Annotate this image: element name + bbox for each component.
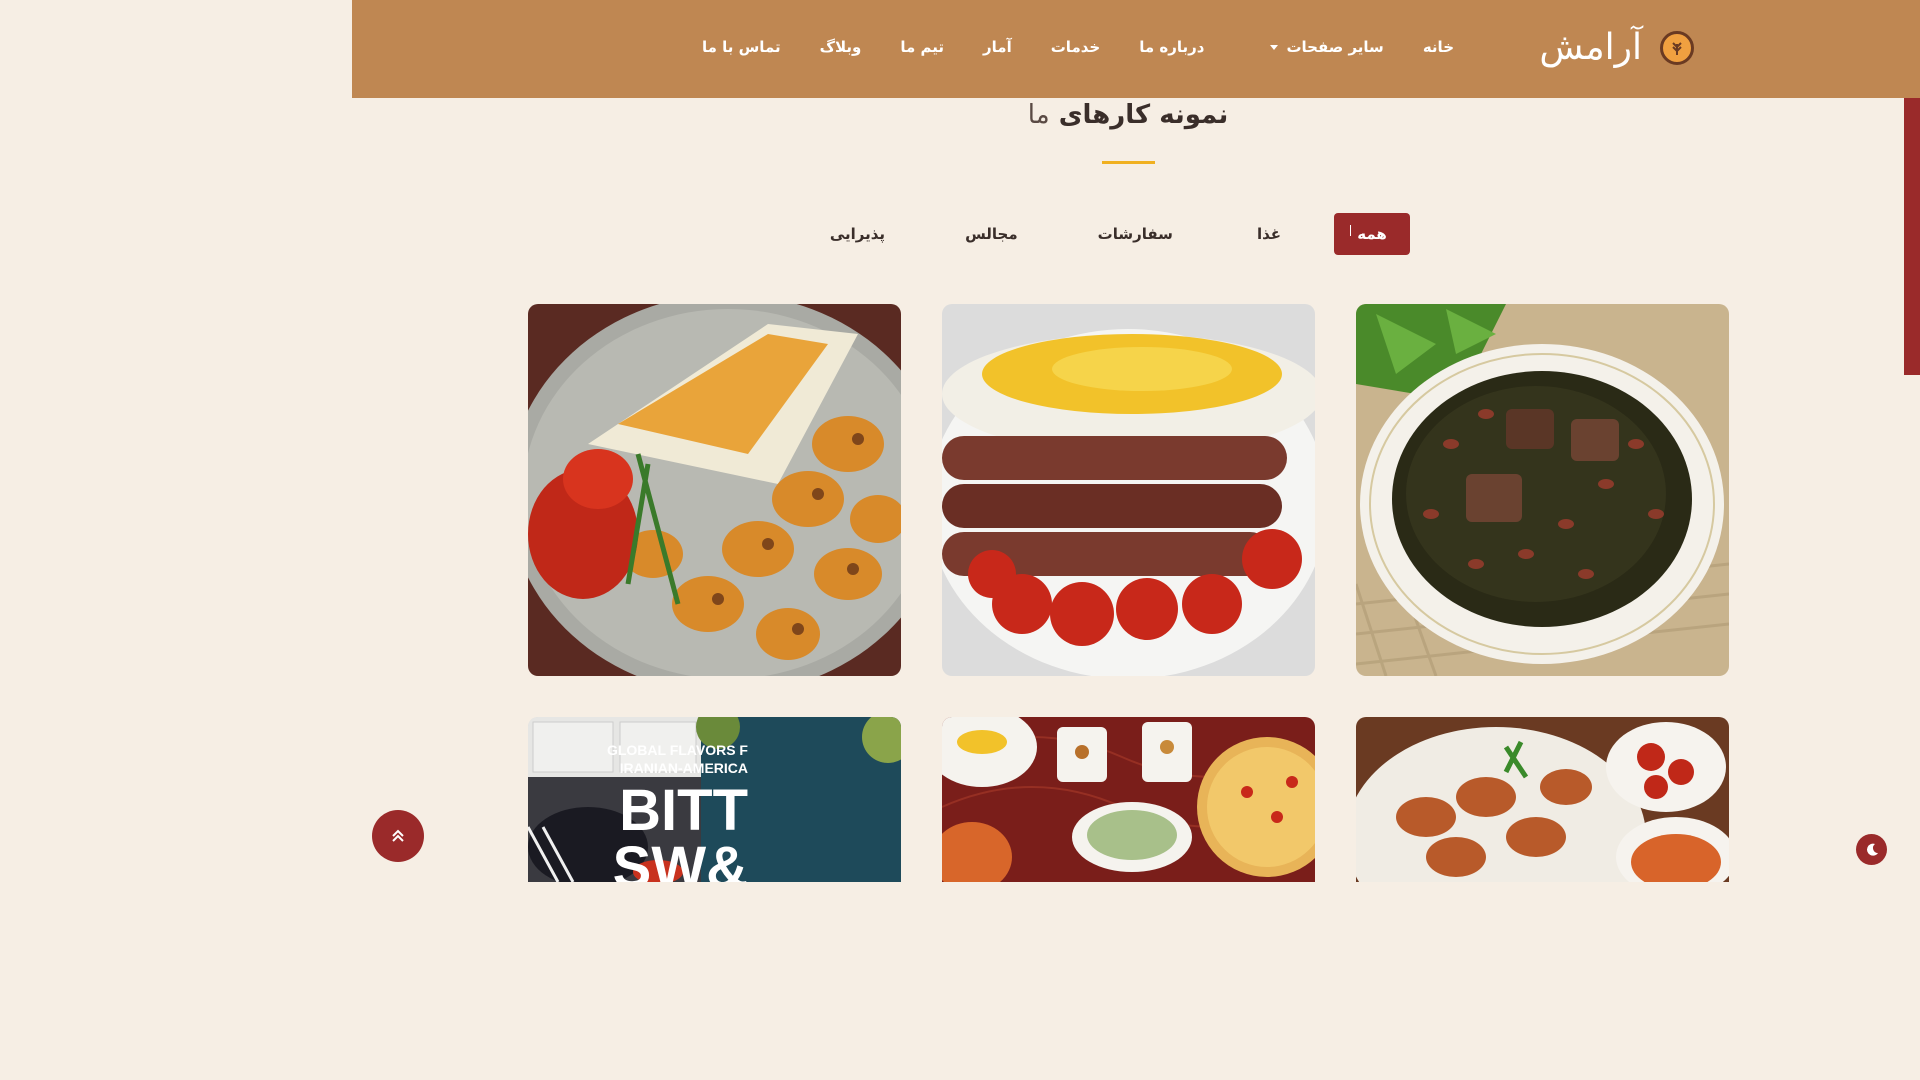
- kabab-platter-image[interactable]: [1356, 717, 1729, 882]
- cookbook-title-line1: BITT: [619, 778, 748, 843]
- kabab-koobideh-image[interactable]: [942, 304, 1315, 676]
- title-underline: [1102, 161, 1155, 164]
- nav-item-blog[interactable]: وبلاگ: [820, 38, 862, 56]
- persian-table-spread-image[interactable]: [942, 717, 1315, 882]
- scrollbar-thumb[interactable]: [1904, 98, 1920, 375]
- section-title-bold: نمونه کارهای: [1058, 100, 1229, 130]
- nav-item-contact[interactable]: تماس با ما: [702, 38, 781, 56]
- nav-item-home[interactable]: خانه: [1423, 38, 1454, 56]
- ghormeh-sabzi-image[interactable]: [1356, 304, 1729, 676]
- nav-item-other-pages-label: سایر صفحات: [1286, 38, 1384, 56]
- wheat-logo-icon: [1660, 31, 1694, 65]
- navbar: آرامش خانه سایر صفحات درباره ما خدمات آم…: [352, 0, 1920, 98]
- nav-item-team[interactable]: تیم ما: [900, 38, 944, 56]
- nav-item-about[interactable]: درباره ما: [1139, 38, 1204, 56]
- brand[interactable]: آرامش: [1539, 18, 1694, 78]
- cookbook-cover-image[interactable]: GLOBAL FLAVORS F IRANIAN-AMERICA BITT &S…: [528, 717, 901, 882]
- main-menu: خانه سایر صفحات درباره ما خدمات آمار تیم…: [663, 38, 1454, 56]
- dark-mode-toggle[interactable]: [1856, 834, 1887, 865]
- text-cursor: [1350, 225, 1351, 236]
- back-to-top-button[interactable]: [372, 810, 424, 862]
- filter-food[interactable]: غذا: [1257, 225, 1281, 243]
- cookbook-title-line2: &SW: [613, 835, 748, 882]
- brand-name: آرامش: [1539, 27, 1642, 68]
- nav-item-services[interactable]: خدمات: [1051, 38, 1100, 56]
- filter-orders[interactable]: سفارشات: [1098, 225, 1173, 243]
- cookbook-subtitle-line2: IRANIAN-AMERICA: [620, 760, 748, 776]
- filter-gatherings[interactable]: مجالس: [965, 225, 1018, 243]
- caret-down-icon: [1270, 44, 1279, 50]
- filter-all-label: همه: [1357, 225, 1387, 243]
- cookbook-subtitle-line1: GLOBAL FLAVORS F: [607, 742, 748, 758]
- section-title: نمونه کارهای ما: [352, 100, 1904, 130]
- section-title-light: ما: [1027, 100, 1050, 130]
- moon-icon: [1866, 843, 1878, 856]
- portfolio-filters: همه غذا سفارشات مجالس پذیرایی: [830, 213, 1410, 255]
- joojeh-kabab-image[interactable]: [528, 304, 901, 676]
- filter-catering[interactable]: پذیرایی: [830, 225, 885, 243]
- filter-all[interactable]: همه: [1334, 213, 1410, 255]
- double-chevron-up-icon: [392, 829, 404, 842]
- nav-item-stats[interactable]: آمار: [983, 38, 1012, 56]
- nav-item-other-pages[interactable]: سایر صفحات: [1270, 38, 1384, 56]
